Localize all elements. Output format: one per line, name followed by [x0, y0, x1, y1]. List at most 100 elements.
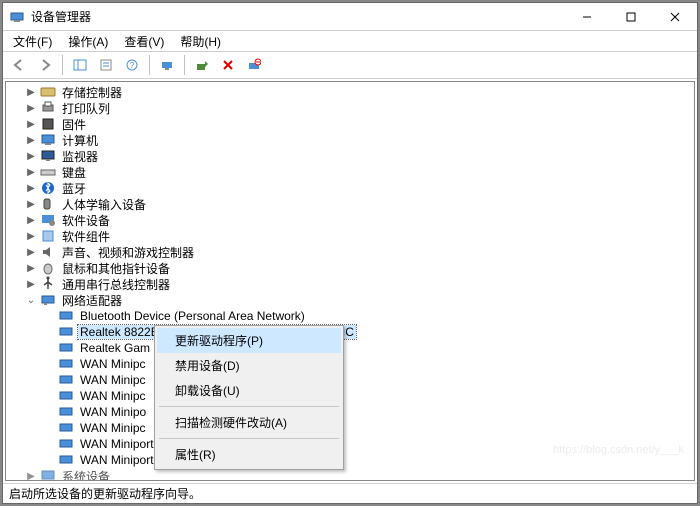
expand-icon[interactable]: ▶: [24, 165, 38, 179]
menu-bar: 文件(F) 操作(A) 查看(V) 帮助(H): [3, 31, 697, 51]
help-button[interactable]: ?: [120, 54, 144, 76]
device-manager-window: 设备管理器 文件(F) 操作(A) 查看(V) 帮助(H) ? ▶存储控制器: [2, 2, 698, 504]
ctx-scan-hardware[interactable]: 扫描检测硬件改动(A): [157, 410, 341, 435]
tree-item-label: Bluetooth Device (Personal Area Network): [78, 309, 307, 323]
toolbar-separator: [184, 55, 185, 75]
uninstall-device-button[interactable]: [216, 54, 240, 76]
tree-item-software-components[interactable]: ▶ 软件组件: [6, 228, 694, 244]
tree-item-wan-miniport[interactable]: ▶WAN Minipc: [6, 372, 694, 388]
forward-button[interactable]: [33, 54, 57, 76]
expand-icon[interactable]: ▶: [24, 277, 38, 291]
ctx-update-driver[interactable]: 更新驱动程序(P): [157, 328, 341, 353]
expand-icon[interactable]: ▶: [24, 261, 38, 275]
tree-item-label: 声音、视频和游戏控制器: [60, 244, 196, 261]
tree-item-wan-miniport[interactable]: ▶WAN Minipc: [6, 388, 694, 404]
svg-text:?: ?: [130, 61, 135, 70]
menu-view[interactable]: 查看(V): [116, 31, 172, 52]
close-button[interactable]: [653, 3, 697, 30]
printer-icon: [40, 100, 56, 116]
tree-item-wan-miniport[interactable]: ▶WAN Minipc: [6, 420, 694, 436]
expand-icon[interactable]: ▶: [24, 85, 38, 99]
ctx-properties[interactable]: 属性(R): [157, 442, 341, 467]
ctx-disable-device[interactable]: 禁用设备(D): [157, 353, 341, 378]
menu-help[interactable]: 帮助(H): [172, 31, 229, 52]
app-icon: [9, 9, 25, 25]
back-button[interactable]: [7, 54, 31, 76]
toolbar-separator: [149, 55, 150, 75]
tree-item-usb[interactable]: ▶通用串行总线控制器: [6, 276, 694, 292]
network-adapter-icon: [58, 404, 74, 420]
tree-item-computer[interactable]: ▶计算机: [6, 132, 694, 148]
tree-item-bt-pan[interactable]: ▶Bluetooth Device (Personal Area Network…: [6, 308, 694, 324]
tree-item-realtek-gaming[interactable]: ▶Realtek Gam: [6, 340, 694, 356]
computer-icon: [40, 132, 56, 148]
tree-item-label: 人体学输入设备: [60, 196, 148, 213]
tree-item-wan-miniport[interactable]: ▶WAN Minipc: [6, 356, 694, 372]
expand-icon[interactable]: ▶: [24, 117, 38, 131]
disable-device-button[interactable]: [242, 54, 266, 76]
expand-icon[interactable]: ▶: [24, 245, 38, 259]
keyboard-icon: [40, 164, 56, 180]
show-hide-tree-button[interactable]: [68, 54, 92, 76]
properties-button[interactable]: [94, 54, 118, 76]
tree-item-system-devices[interactable]: ▶系统设备: [6, 468, 694, 480]
tree-item-hid[interactable]: ▶ 人体学输入设备: [6, 196, 694, 212]
tree-item-wan-miniport-pptp[interactable]: ▶WAN Miniport (PPTP): [6, 436, 694, 452]
tree-item-bluetooth[interactable]: ▶ 蓝牙: [6, 180, 694, 196]
tree-item-storage[interactable]: ▶ 存储控制器: [6, 84, 694, 100]
storage-icon: [40, 84, 56, 100]
network-adapter-icon: [58, 436, 74, 452]
usb-icon: [40, 276, 56, 292]
menu-file[interactable]: 文件(F): [5, 31, 60, 52]
scan-hardware-button[interactable]: [155, 54, 179, 76]
update-driver-button[interactable]: [190, 54, 214, 76]
expand-icon[interactable]: ▶: [24, 181, 38, 195]
tree-item-label: WAN Minipo: [78, 405, 148, 419]
maximize-button[interactable]: [609, 3, 653, 30]
hid-icon: [40, 196, 56, 212]
collapse-icon[interactable]: ⌄: [24, 293, 38, 307]
ctx-separator: [159, 406, 339, 407]
tree-item-monitors[interactable]: ▶ 监视器: [6, 148, 694, 164]
minimize-button[interactable]: [565, 3, 609, 30]
tree-item-sound[interactable]: ▶ 声音、视频和游戏控制器: [6, 244, 694, 260]
expand-icon[interactable]: ▶: [24, 469, 38, 480]
network-adapter-icon: [58, 324, 74, 340]
network-adapter-icon: [58, 388, 74, 404]
mouse-icon: [40, 260, 56, 276]
tree-item-keyboards[interactable]: ▶ 键盘: [6, 164, 694, 180]
tree-item-label: 键盘: [60, 164, 88, 181]
expand-icon[interactable]: ▶: [24, 133, 38, 147]
menu-action[interactable]: 操作(A): [60, 31, 116, 52]
tree-item-label: 存储控制器: [60, 84, 124, 101]
chip-icon: [40, 116, 56, 132]
tree-item-realtek-8822be[interactable]: ▶Realtek 8822BE Wireless LAN 802.11ac PC…: [6, 324, 694, 340]
tree-item-wan-miniport[interactable]: ▶WAN Minipo: [6, 404, 694, 420]
expand-icon[interactable]: ▶: [24, 149, 38, 163]
tree-item-label: 软件组件: [60, 228, 112, 245]
tree-item-label: 监视器: [60, 148, 100, 165]
tree-item-mice[interactable]: ▶ 鼠标和其他指针设备: [6, 260, 694, 276]
tree-item-network-adapters[interactable]: ⌄网络适配器: [6, 292, 694, 308]
monitor-icon: [40, 148, 56, 164]
tree-item-label: 蓝牙: [60, 180, 88, 197]
tree-item-wan-miniport-sstp[interactable]: ▶WAN Miniport (SSTP): [6, 452, 694, 468]
device-tree[interactable]: ▶ 存储控制器 ▶打印队列 ▶固件 ▶计算机 ▶ 监视器 ▶ 键盘 ▶ 蓝牙 ▶ 人体学输…: [6, 82, 694, 480]
expand-icon[interactable]: ▶: [24, 101, 38, 115]
tree-item-software-devices[interactable]: ▶ 软件设备: [6, 212, 694, 228]
network-adapter-icon: [58, 340, 74, 356]
network-adapter-icon: [58, 420, 74, 436]
context-menu: 更新驱动程序(P) 禁用设备(D) 卸载设备(U) 扫描检测硬件改动(A) 属性…: [154, 325, 344, 470]
expand-icon[interactable]: ▶: [24, 229, 38, 243]
network-adapter-icon: [58, 356, 74, 372]
tree-item-firmware[interactable]: ▶固件: [6, 116, 694, 132]
ctx-uninstall-device[interactable]: 卸载设备(U): [157, 378, 341, 403]
network-adapter-icon: [58, 372, 74, 388]
expand-icon[interactable]: ▶: [24, 197, 38, 211]
network-adapter-icon: [40, 292, 56, 308]
network-adapter-icon: [58, 452, 74, 468]
tree-item-label: 软件设备: [60, 212, 112, 229]
tree-item-print-queues[interactable]: ▶打印队列: [6, 100, 694, 116]
expand-icon[interactable]: ▶: [24, 213, 38, 227]
tree-item-label: 鼠标和其他指针设备: [60, 260, 172, 277]
